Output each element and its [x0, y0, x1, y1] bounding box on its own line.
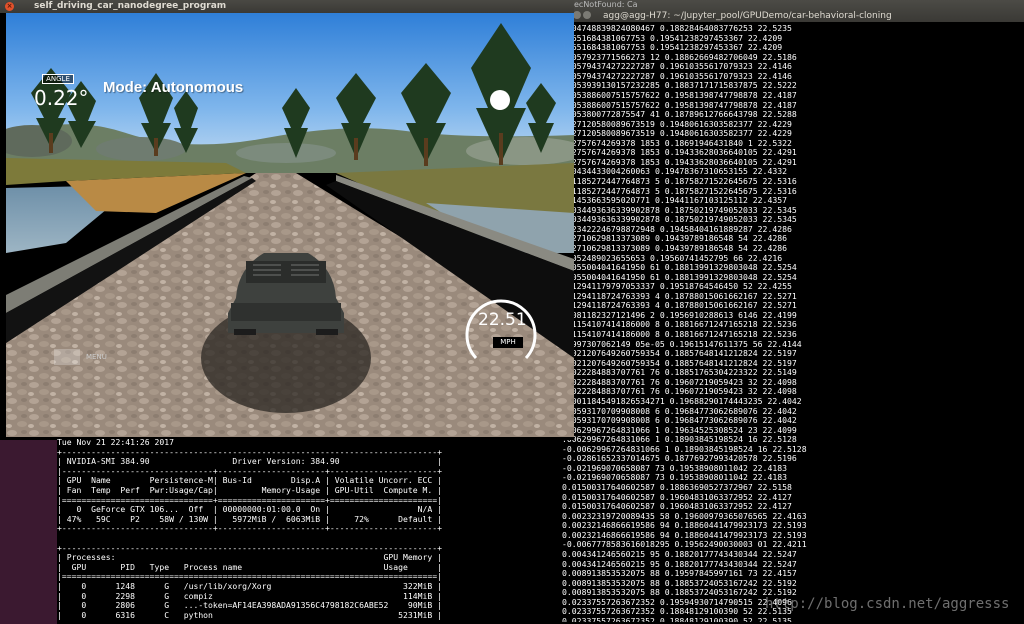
simulator-titlebar[interactable]: × self_driving_car_nanodegree_program — [0, 0, 574, 13]
simulator-title: self_driving_car_nanodegree_program — [34, 1, 227, 11]
menu-button[interactable] — [54, 349, 80, 365]
prediction-log-output[interactable]: .004748839824080467 0.18828464083776253 … — [562, 24, 1024, 622]
minimize-icon[interactable] — [573, 11, 581, 19]
angle-value: 0.22° — [34, 86, 89, 110]
maximize-icon[interactable] — [583, 11, 591, 19]
log-line: 0.02337557263672352 0.18848129100390 52 … — [562, 615, 792, 622]
terminal-window-log[interactable]: ecNotFound: Ca agg@agg-H77: ~/Jupyter_po… — [560, 0, 1024, 624]
close-icon[interactable]: × — [5, 2, 14, 11]
driving-scene — [6, 13, 574, 437]
terminal-titlebar[interactable]: ecNotFound: Ca agg@agg-H77: ~/Jupyter_po… — [560, 0, 1024, 22]
simulator-viewport[interactable]: ANGLE 0.22° Mode: Autonomous 22.51 MPH M… — [6, 13, 574, 437]
mode-indicator: Mode: Autonomous — [103, 79, 244, 96]
speed-unit: MPH — [493, 337, 523, 348]
smi-line: | 0 6316 C python 5231MiB | — [57, 609, 442, 620]
nvidia-smi-terminal[interactable]: Tue Nov 21 22:41:26 2017 +---------------… — [57, 438, 560, 624]
angle-label: ANGLE — [42, 74, 74, 84]
speed-value: 22.51 — [478, 310, 527, 330]
watermark-text: http://blog.csdn.net/aggresss — [765, 596, 1010, 612]
menu-label[interactable]: MENU — [86, 353, 107, 361]
smi-line: +-------------------------------+-------… — [57, 523, 442, 534]
background-tab-title[interactable]: ecNotFound: Ca — [574, 0, 638, 9]
simulator-window[interactable]: × self_driving_car_nanodegree_program AN… — [0, 0, 574, 440]
terminal-title: agg@agg-H77: ~/Jupyter_pool/GPUDemo/car-… — [603, 11, 892, 21]
desktop-background — [0, 440, 57, 624]
